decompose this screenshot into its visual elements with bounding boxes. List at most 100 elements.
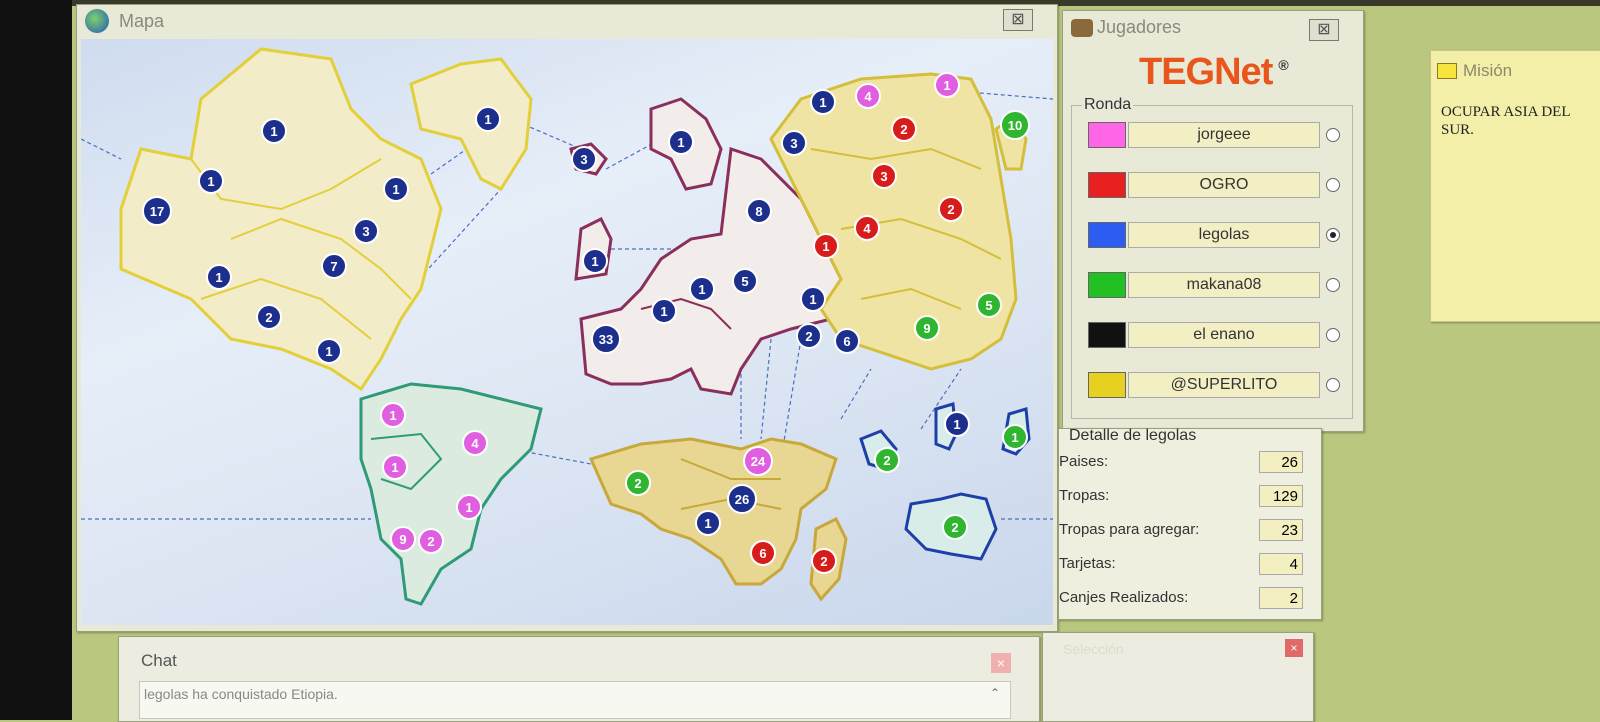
player-row[interactable]: el enano (1088, 320, 1348, 350)
army-count: 5 (741, 274, 748, 289)
army-marker[interactable]: 1 (689, 276, 715, 302)
map-svg: 1711131172114119 231331118512 61 4132 103241… (80, 47, 1054, 606)
army-marker[interactable]: 1 (198, 168, 224, 194)
army-marker[interactable]: 1 (475, 106, 501, 132)
map-close-button[interactable]: ⊠ (1003, 9, 1033, 31)
chat-log[interactable]: legolas ha conquistado Etiopia. ⌃ (139, 681, 1011, 719)
map-titlebar[interactable]: Mapa ⊠ (77, 5, 1057, 35)
selection-close-button[interactable]: × (1285, 639, 1303, 657)
army-count: 4 (471, 436, 479, 451)
army-marker[interactable]: 9 (914, 315, 940, 341)
army-marker[interactable]: 1 (813, 233, 839, 259)
army-marker[interactable]: 1 (944, 411, 970, 437)
round-label: Ronda (1082, 96, 1134, 114)
army-count: 1 (591, 254, 598, 269)
army-marker[interactable]: 2 (874, 447, 900, 473)
army-marker[interactable]: 1 (651, 298, 677, 324)
army-marker[interactable]: 7 (321, 253, 347, 279)
army-marker[interactable]: 3 (353, 218, 379, 244)
army-marker[interactable]: 2 (625, 470, 651, 496)
world-map[interactable]: 17 1 1 1 3 1 1 7 2 1 1 4 1 1 9 2 3 1 33 1 1 1 8 5 1 2 6 1 4 1 3 2 10 3 2 4 1… (80, 39, 1054, 625)
army-marker[interactable]: 1 (383, 176, 409, 202)
army-marker[interactable]: 24 (743, 446, 773, 476)
army-marker[interactable]: 2 (811, 548, 837, 574)
army-marker[interactable]: 1 (800, 286, 826, 312)
army-marker[interactable]: 2 (256, 304, 282, 330)
army-marker[interactable]: 2 (938, 196, 964, 222)
detail-value: 23 (1259, 519, 1303, 541)
army-marker[interactable]: 4 (855, 83, 881, 109)
army-marker[interactable]: 1 (934, 72, 960, 98)
army-marker[interactable]: 33 (591, 324, 621, 354)
army-marker[interactable]: 4 (854, 215, 880, 241)
army-marker[interactable]: 8 (746, 198, 772, 224)
army-marker[interactable]: 5 (976, 292, 1002, 318)
army-count: 1 (943, 78, 950, 93)
army-marker[interactable]: 1 (380, 402, 406, 428)
army-marker[interactable]: 1 (582, 248, 608, 274)
army-count: 1 (465, 500, 472, 515)
army-count: 2 (900, 122, 907, 137)
army-marker[interactable]: 1 (1002, 424, 1028, 450)
army-marker[interactable]: 1 (456, 494, 482, 520)
selection-title: Selección (1063, 641, 1124, 657)
player-name: makana08 (1128, 272, 1320, 298)
army-count: 2 (947, 202, 954, 217)
army-marker[interactable]: 5 (732, 268, 758, 294)
army-marker[interactable]: 2 (796, 323, 822, 349)
army-marker[interactable]: 17 (142, 196, 172, 226)
army-marker[interactable]: 6 (834, 328, 860, 354)
players-close-button[interactable]: ⊠ (1309, 19, 1339, 41)
player-radio[interactable] (1326, 378, 1340, 392)
mission-icon (1437, 63, 1457, 79)
army-marker[interactable]: 1 (316, 338, 342, 364)
army-marker[interactable]: 1 (810, 89, 836, 115)
army-marker[interactable]: 26 (727, 484, 757, 514)
army-marker[interactable]: 1 (261, 118, 287, 144)
players-titlebar[interactable]: Jugadores ⊠ (1063, 11, 1363, 41)
player-radio[interactable] (1326, 328, 1340, 342)
army-marker[interactable]: 2 (942, 514, 968, 540)
army-marker[interactable]: 9 (390, 526, 416, 552)
army-marker[interactable]: 10 (1000, 110, 1030, 140)
detail-label: Tropas para agregar: (1059, 521, 1200, 538)
player-row[interactable]: @SUPERLITO (1088, 370, 1348, 400)
detail-label: Canjes Realizados: (1059, 589, 1189, 606)
army-marker[interactable]: 1 (695, 510, 721, 536)
army-count: 1 (660, 304, 667, 319)
army-marker[interactable]: 4 (462, 430, 488, 456)
army-marker[interactable]: 6 (750, 540, 776, 566)
player-radio[interactable] (1326, 278, 1340, 292)
player-row[interactable]: legolas (1088, 220, 1348, 250)
detail-value: 2 (1259, 587, 1303, 609)
player-row[interactable]: jorgeee (1088, 120, 1348, 150)
player-name: OGRO (1128, 172, 1320, 198)
army-marker[interactable]: 1 (206, 264, 232, 290)
chat-close-button[interactable]: × (991, 653, 1011, 673)
army-marker[interactable]: 2 (418, 528, 444, 554)
army-marker[interactable]: 1 (668, 129, 694, 155)
army-marker[interactable]: 3 (571, 146, 597, 172)
detail-value: 4 (1259, 553, 1303, 575)
army-count: 6 (759, 546, 766, 561)
player-radio[interactable] (1326, 228, 1340, 242)
army-marker[interactable]: 3 (781, 130, 807, 156)
army-count: 2 (805, 329, 812, 344)
army-count: 3 (880, 169, 887, 184)
player-row[interactable]: OGRO (1088, 170, 1348, 200)
chat-scroll-up-icon[interactable]: ⌃ (990, 686, 1000, 700)
army-marker[interactable]: 2 (891, 116, 917, 142)
mission-text: OCUPAR ASIA DEL SUR. (1441, 104, 1570, 138)
player-color-swatch (1088, 122, 1126, 148)
player-radio[interactable] (1326, 178, 1340, 192)
army-count: 1 (677, 135, 684, 150)
army-count: 1 (215, 270, 222, 285)
army-marker[interactable]: 1 (382, 454, 408, 480)
army-count: 5 (985, 298, 992, 313)
army-count: 1 (1011, 430, 1018, 445)
players-icon (1071, 19, 1093, 37)
player-radio[interactable] (1326, 128, 1340, 142)
army-count: 24 (751, 454, 766, 469)
player-row[interactable]: makana08 (1088, 270, 1348, 300)
army-marker[interactable]: 3 (871, 163, 897, 189)
